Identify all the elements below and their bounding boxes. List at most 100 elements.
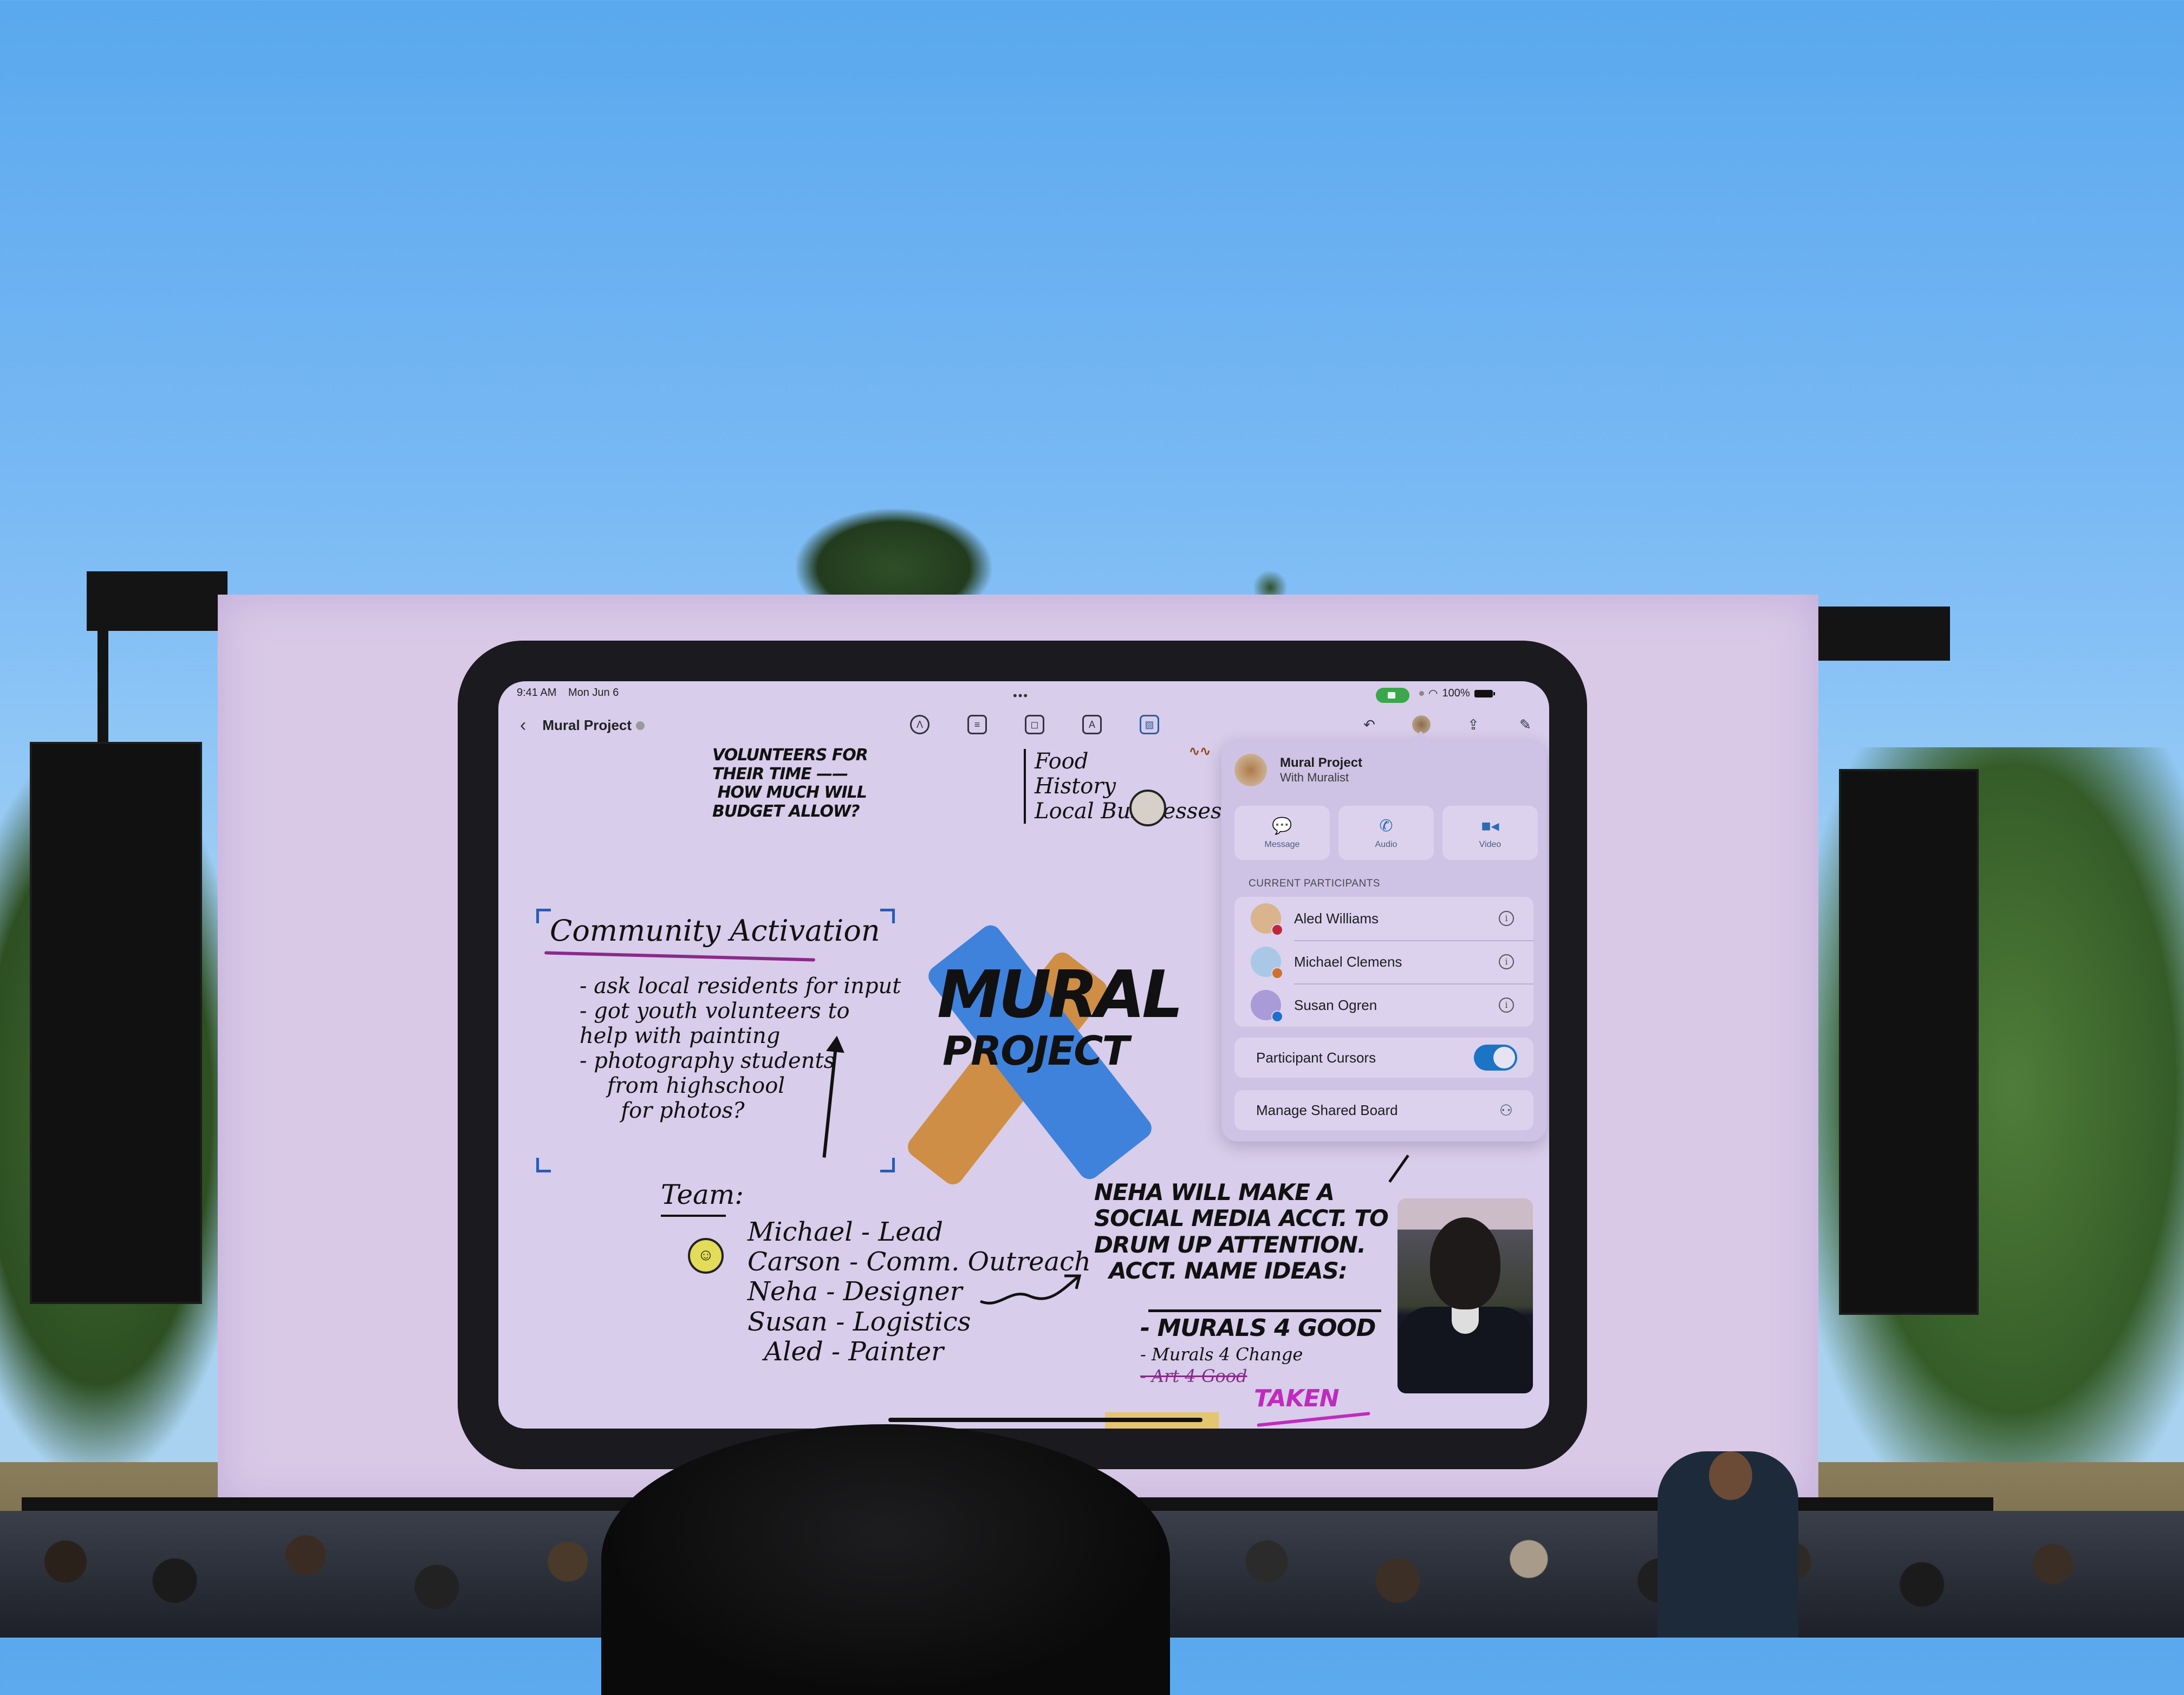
tool-palette: Λ ≡ ◻ A ▨ bbox=[910, 715, 1159, 734]
multitasking-dots[interactable]: ••• bbox=[1013, 689, 1029, 703]
popover-board-subtitle: With Muralist bbox=[1280, 771, 1349, 784]
status-bar-left: 9:41 AM Mon Jun 6 bbox=[517, 687, 627, 699]
idea-item[interactable]: - Murals 4 Change bbox=[1140, 1345, 1303, 1365]
status-date: Mon Jun 6 bbox=[568, 687, 619, 699]
toolbar-left: ‹ Mural Project bbox=[520, 715, 645, 736]
toolbar-right: ↶ ⇪ ✎ bbox=[1360, 715, 1535, 734]
title-dropdown-icon[interactable] bbox=[636, 721, 645, 730]
participant-row[interactable]: Michael Clemens i bbox=[1234, 940, 1533, 983]
participant-avatar bbox=[1251, 947, 1283, 979]
participant-avatar bbox=[1251, 990, 1283, 1022]
mural-project-logo[interactable]: MURAL PROJECT bbox=[903, 898, 1184, 1189]
info-icon[interactable]: i bbox=[1499, 911, 1514, 926]
taken-underline bbox=[1257, 1412, 1370, 1427]
popover-board-title: Mural Project bbox=[1280, 755, 1363, 770]
participant-name: Aled Williams bbox=[1294, 910, 1379, 927]
back-chevron-icon[interactable]: ‹ bbox=[520, 715, 526, 736]
idea-item[interactable]: - MURALS 4 GOOD bbox=[1140, 1314, 1376, 1342]
note-volunteers-budget[interactable]: VOLUNTEERS FOR THEIR TIME —— HOW MUCH WI… bbox=[712, 746, 868, 821]
truss-pole-left bbox=[98, 571, 108, 745]
board-title-text: Mural Project bbox=[542, 717, 632, 733]
message-label: Message bbox=[1264, 839, 1300, 849]
cursor-color-dot bbox=[1271, 967, 1283, 979]
title-underline bbox=[544, 951, 815, 962]
video-person-collar bbox=[1452, 1307, 1479, 1334]
speaker-left bbox=[30, 742, 202, 1304]
audio-button[interactable]: ✆ Audio bbox=[1338, 806, 1434, 860]
participant-row[interactable]: Aled Williams i bbox=[1234, 897, 1533, 940]
text-box-icon[interactable]: A bbox=[1082, 715, 1102, 734]
speaker-right bbox=[1839, 769, 1979, 1315]
video-button[interactable]: ■◂ Video bbox=[1442, 806, 1538, 860]
manage-shared-board-label: Manage Shared Board bbox=[1256, 1101, 1398, 1118]
selection-corner[interactable] bbox=[880, 1158, 895, 1172]
idea-item-struck[interactable]: - Art 4 Good bbox=[1140, 1366, 1247, 1386]
standing-person-head bbox=[1709, 1451, 1752, 1500]
ideas-underline bbox=[1148, 1309, 1381, 1312]
logo-text-project: PROJECT bbox=[942, 1028, 1129, 1074]
undo-icon[interactable]: ↶ bbox=[1360, 715, 1379, 734]
message-icon: 💬 bbox=[1272, 817, 1292, 835]
shapes-icon[interactable]: ◻ bbox=[1025, 715, 1044, 734]
share-icon[interactable]: ⇪ bbox=[1464, 715, 1483, 734]
participants-section-label: CURRENT PARTICIPANTS bbox=[1249, 878, 1380, 889]
participant-avatar bbox=[1251, 903, 1283, 936]
pen-tool-icon[interactable]: Λ bbox=[910, 715, 929, 734]
battery-percent: 100% bbox=[1442, 687, 1470, 699]
globe-sticker-icon[interactable] bbox=[1129, 790, 1166, 826]
participant-cursors-row: Participant Cursors bbox=[1234, 1038, 1533, 1078]
taken-annotation[interactable]: TAKEN bbox=[1254, 1385, 1340, 1413]
smiley-sticker-icon[interactable]: ☺ bbox=[688, 1238, 724, 1274]
contact-actions: 💬 Message ✆ Audio ■◂ Video bbox=[1234, 806, 1538, 860]
status-time: 9:41 AM bbox=[517, 687, 557, 699]
collaboration-popover: Mural Project With Muralist 💬 Message ✆ … bbox=[1221, 731, 1546, 1142]
phone-icon: ✆ bbox=[1379, 817, 1393, 835]
info-icon[interactable]: i bbox=[1499, 954, 1514, 969]
ipad-screen: 9:41 AM Mon Jun 6 ••• ◠ 100% ‹ Mural Pro… bbox=[498, 681, 1549, 1429]
participant-cursors-label: Participant Cursors bbox=[1256, 1049, 1376, 1066]
truss-right bbox=[1815, 607, 1950, 661]
video-person-face bbox=[1430, 1217, 1500, 1309]
participant-name: Michael Clemens bbox=[1294, 953, 1402, 970]
selection-corner[interactable] bbox=[880, 909, 895, 923]
participant-name: Susan Ogren bbox=[1294, 996, 1377, 1013]
foreground-head bbox=[601, 1424, 1170, 1695]
battery-icon bbox=[1474, 689, 1495, 697]
selection-corner[interactable] bbox=[536, 1158, 551, 1172]
message-button[interactable]: 💬 Message bbox=[1234, 806, 1330, 860]
neha-social-note[interactable]: NEHA WILL MAKE A SOCIAL MEDIA ACCT. TO D… bbox=[1094, 1179, 1389, 1284]
team-label[interactable]: Team: bbox=[661, 1179, 744, 1211]
squiggle-arrow[interactable] bbox=[978, 1272, 1086, 1309]
participant-cursors-toggle[interactable] bbox=[1474, 1045, 1517, 1071]
facetime-video-tile[interactable] bbox=[1398, 1198, 1533, 1393]
video-label: Video bbox=[1479, 839, 1502, 849]
person-badge-icon: ⚇ bbox=[1499, 1101, 1513, 1119]
community-activation-items[interactable]: - ask local residents for input - got yo… bbox=[580, 974, 901, 1123]
wifi-icon: ◠ bbox=[1428, 688, 1438, 700]
video-camera-icon: ■◂ bbox=[1481, 817, 1499, 835]
camera-indicator-icon bbox=[1419, 691, 1424, 696]
pen-stroke[interactable] bbox=[888, 1418, 1202, 1422]
popover-header: Mural Project With Muralist bbox=[1234, 754, 1362, 786]
tree-background bbox=[796, 509, 991, 607]
selection-corner[interactable] bbox=[536, 909, 551, 923]
audio-label: Audio bbox=[1375, 839, 1398, 849]
note-topics[interactable]: Food History Local Businesses bbox=[1024, 749, 1222, 824]
media-icon[interactable]: ▨ bbox=[1140, 715, 1159, 734]
participant-row[interactable]: Susan Ogren i bbox=[1234, 983, 1533, 1027]
board-title[interactable]: Mural Project bbox=[542, 717, 645, 734]
new-board-icon[interactable]: ✎ bbox=[1516, 715, 1535, 734]
facetime-active-icon[interactable] bbox=[1376, 688, 1409, 703]
cursor-color-dot bbox=[1271, 924, 1283, 936]
logo-text-mural: MURAL bbox=[937, 957, 1184, 1033]
board-avatar bbox=[1234, 754, 1267, 786]
cursor-color-dot bbox=[1271, 1011, 1283, 1022]
info-icon[interactable]: i bbox=[1499, 998, 1514, 1013]
connector-line bbox=[1388, 1154, 1409, 1183]
sticky-note-icon[interactable]: ≡ bbox=[967, 715, 987, 734]
team-underline bbox=[661, 1215, 726, 1217]
participants-list: Aled Williams i Michael Clemens i Susan … bbox=[1234, 897, 1533, 1027]
status-bar-right: ◠ 100% bbox=[1419, 687, 1495, 700]
community-activation-title[interactable]: Community Activation bbox=[550, 914, 880, 948]
manage-shared-board-button[interactable]: Manage Shared Board ⚇ bbox=[1234, 1090, 1533, 1130]
